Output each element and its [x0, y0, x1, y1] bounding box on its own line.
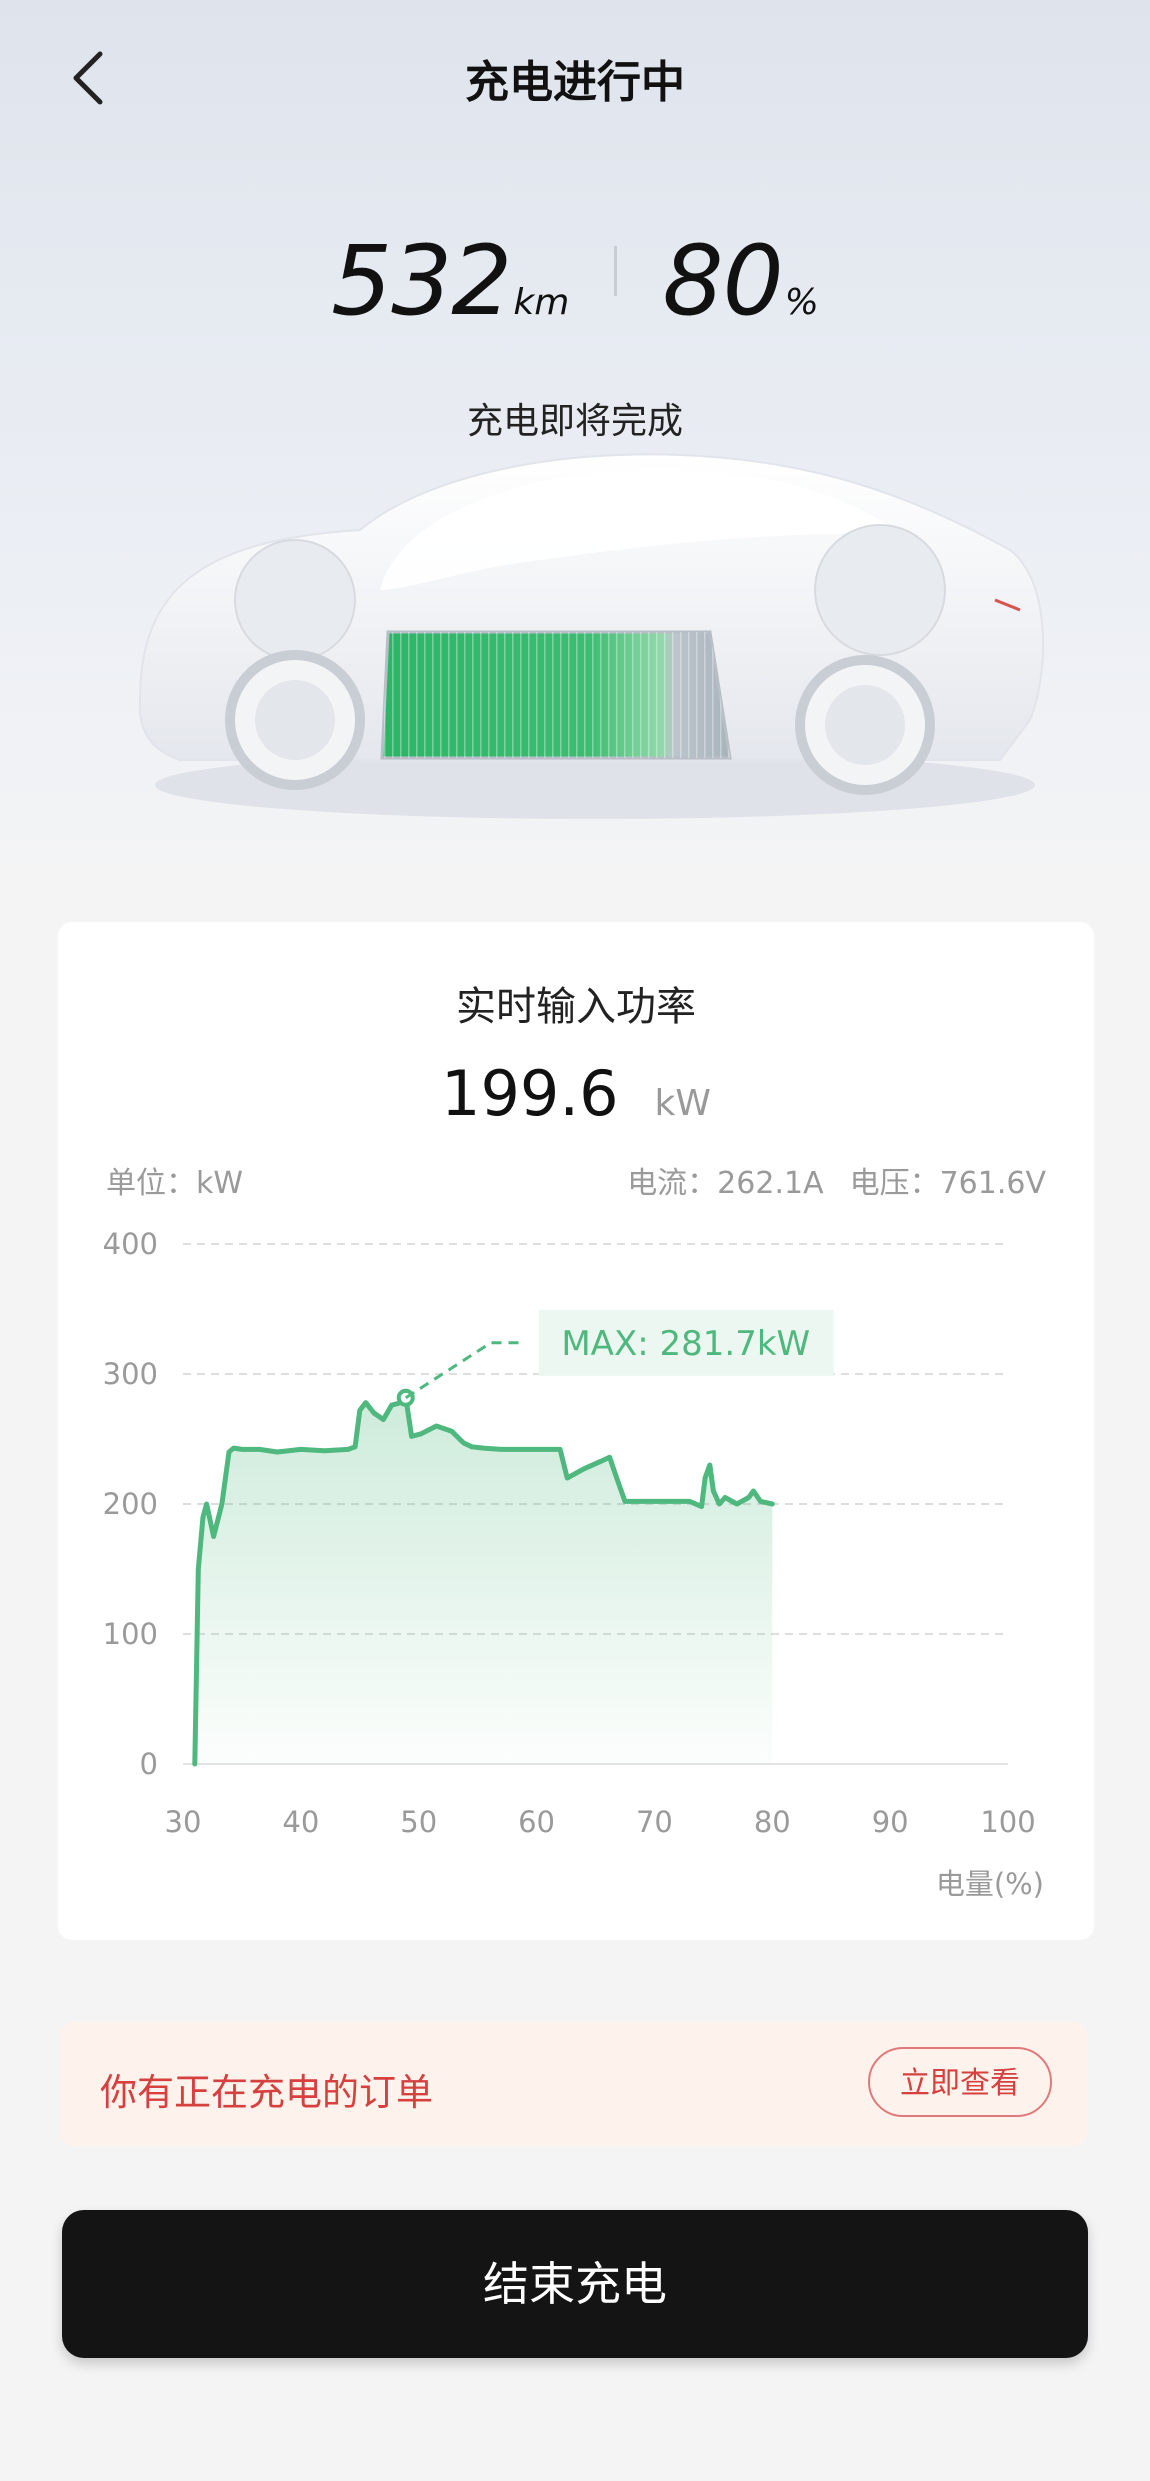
x-tick-label: 90: [872, 1805, 909, 1839]
car-battery-illustration: [138, 453, 1045, 819]
y-tick-label: 400: [103, 1227, 158, 1261]
order-banner-text: 你有正在充电的订单: [100, 2071, 433, 2114]
max-leader-line: [404, 1341, 521, 1400]
range-unit: km: [513, 282, 570, 323]
hero-section: 充电进行中 532km 80% 充电即将完成: [0, 0, 1150, 890]
power-value: 199.6: [441, 1057, 619, 1130]
x-tick-label: 30: [165, 1805, 202, 1839]
end-charging-button[interactable]: 结束充电: [62, 2210, 1088, 2358]
y-tick-label: 100: [103, 1617, 158, 1651]
power-unit: kW: [654, 1083, 711, 1124]
x-tick-label: 80: [754, 1805, 791, 1839]
x-tick-label: 100: [980, 1805, 1035, 1839]
max-annotation: MAX: 281.7kW: [561, 1324, 810, 1364]
soc-unit: %: [784, 282, 819, 323]
stat-divider: [614, 246, 618, 296]
charge-stats: 532km 80%: [0, 225, 1150, 337]
y-tick-label: 200: [103, 1487, 158, 1521]
x-axis-label: 电量(%): [936, 1867, 1044, 1901]
charge-status-message: 充电即将完成: [466, 401, 683, 442]
x-tick-label: 40: [282, 1805, 319, 1839]
y-tick-label: 0: [140, 1747, 158, 1781]
power-card-title: 实时输入功率: [456, 984, 696, 1030]
x-tick-label: 50: [400, 1805, 437, 1839]
power-chart: 0 100 200 300 400 30 40 50 60 70 80 90 100 电量(%) MAX: …: [103, 1227, 1044, 1901]
view-order-button[interactable]: 立即查看: [868, 2047, 1052, 2117]
power-card: 实时输入功率 199.6 kW 单位：kW 电流：262.1A 电压：761.6V …: [58, 922, 1094, 1940]
x-tick-label: 60: [518, 1805, 555, 1839]
order-banner: 你有正在充电的订单 立即查看: [60, 2022, 1088, 2146]
y-tick-label: 300: [103, 1357, 158, 1391]
x-tick-label: 70: [636, 1805, 673, 1839]
page-title: 充电进行中: [465, 57, 685, 108]
soc-value: 80: [662, 225, 783, 337]
range-value: 532: [331, 225, 512, 337]
realtime-power: 199.6 kW: [58, 1057, 1094, 1130]
